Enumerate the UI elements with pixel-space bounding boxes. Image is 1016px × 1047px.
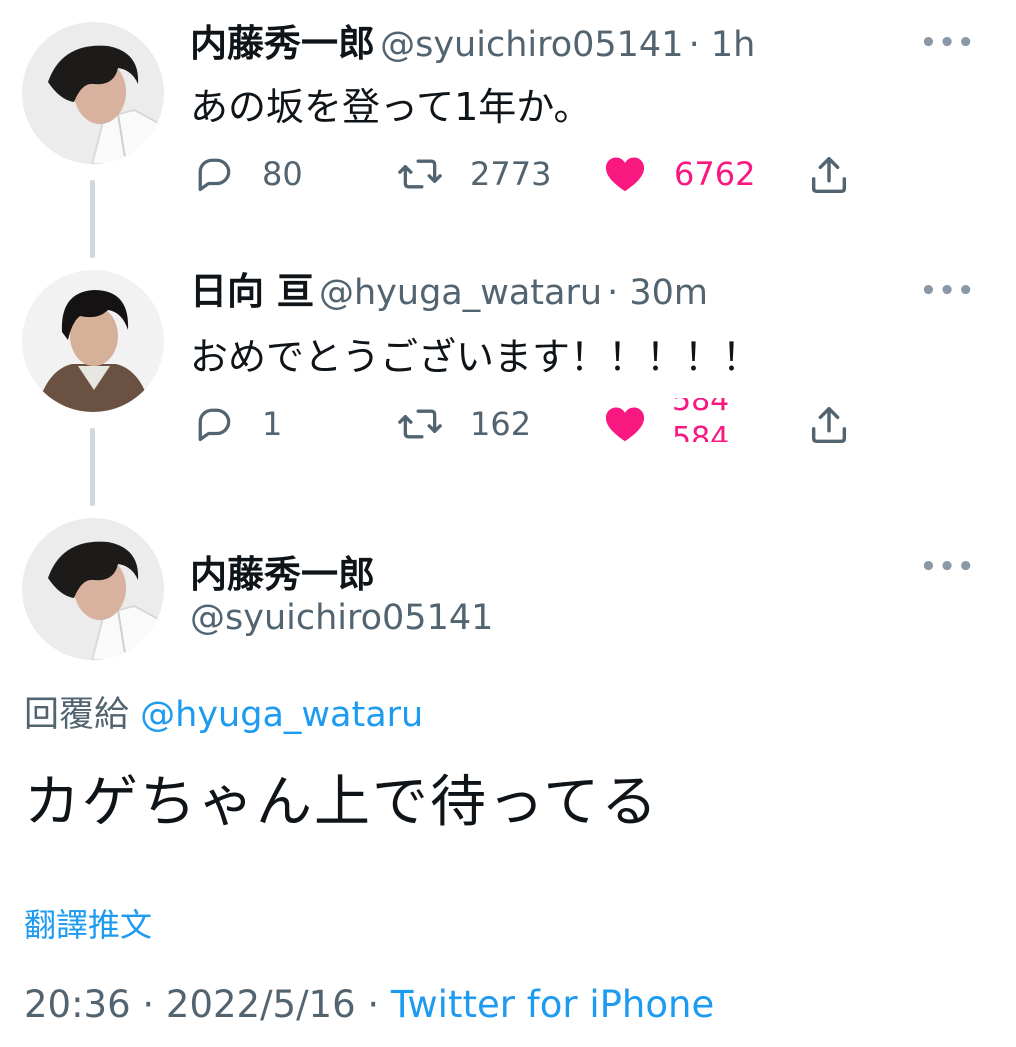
tweet-header: 日向 亘 @hyuga_wataru · 30m xyxy=(190,270,708,321)
share-icon xyxy=(811,156,847,194)
heart-icon xyxy=(605,157,645,192)
username[interactable]: @syuichiro05141 xyxy=(190,598,493,638)
avatar[interactable] xyxy=(22,270,164,412)
reply-count: 1 xyxy=(262,405,283,443)
username[interactable]: @hyuga_wataru xyxy=(319,273,602,313)
source-link[interactable]: Twitter for iPhone xyxy=(391,983,714,1026)
timestamp[interactable]: · 1h xyxy=(689,25,756,65)
more-icon[interactable]: ••• xyxy=(920,28,976,58)
reply-icon xyxy=(198,408,231,442)
translate-tweet-link[interactable]: 翻譯推文 xyxy=(24,900,152,946)
reply-icon xyxy=(198,158,231,192)
more-icon[interactable]: ••• xyxy=(920,552,976,582)
tweet-text: あの坂を登って1年か。 xyxy=(190,85,592,129)
retweet-count: 2773 xyxy=(470,155,552,193)
like-count-animating: 584 584 xyxy=(672,398,742,442)
tweet-timestamp: 20:36 · 2022/5/16 · Twitter for iPhone xyxy=(24,983,714,1026)
tweet-text: カゲちゃん上で待ってる xyxy=(24,770,660,835)
mention-link[interactable]: @hyuga_wataru xyxy=(140,695,423,735)
timestamp-text[interactable]: 20:36 · 2022/5/16 · xyxy=(24,983,379,1026)
like-count-next: 584 xyxy=(672,421,730,443)
tweet-header: 内藤秀一郎 @syuichiro05141 · 1h xyxy=(190,22,755,73)
retweet-icon xyxy=(398,159,442,189)
display-name[interactable]: 日向 亘 xyxy=(190,270,314,313)
retweet-button[interactable]: 2773 xyxy=(396,152,551,196)
retweet-icon xyxy=(398,409,442,439)
display-name[interactable]: 内藤秀一郎 xyxy=(190,544,375,598)
thread-line-1 xyxy=(90,180,95,258)
thread-line-2 xyxy=(90,428,95,506)
display-name[interactable]: 内藤秀一郎 xyxy=(190,22,375,65)
timestamp[interactable]: · 30m xyxy=(607,273,708,313)
reply-button[interactable]: 1 xyxy=(192,402,282,446)
like-button[interactable]: 6762 xyxy=(602,152,755,196)
avatar[interactable] xyxy=(22,22,164,164)
username[interactable]: @syuichiro05141 xyxy=(380,25,683,65)
more-icon[interactable]: ••• xyxy=(920,276,976,306)
replying-to: 回覆給 @hyuga_wataru xyxy=(24,686,423,737)
avatar[interactable] xyxy=(22,518,164,660)
like-count: 584 xyxy=(672,398,730,418)
like-button[interactable] xyxy=(602,402,648,446)
replying-to-label: 回覆給 xyxy=(24,695,130,735)
reply-count: 80 xyxy=(262,155,303,193)
reply-button[interactable]: 80 xyxy=(192,152,303,196)
retweet-button[interactable]: 162 xyxy=(396,402,531,446)
retweet-count: 162 xyxy=(470,405,532,443)
share-icon xyxy=(811,406,847,444)
heart-icon xyxy=(605,407,645,442)
tweet-text: おめでとうございます！！！！！ xyxy=(190,335,761,379)
like-count: 6762 xyxy=(674,155,756,193)
share-button[interactable] xyxy=(806,152,852,198)
share-button[interactable] xyxy=(806,402,852,448)
